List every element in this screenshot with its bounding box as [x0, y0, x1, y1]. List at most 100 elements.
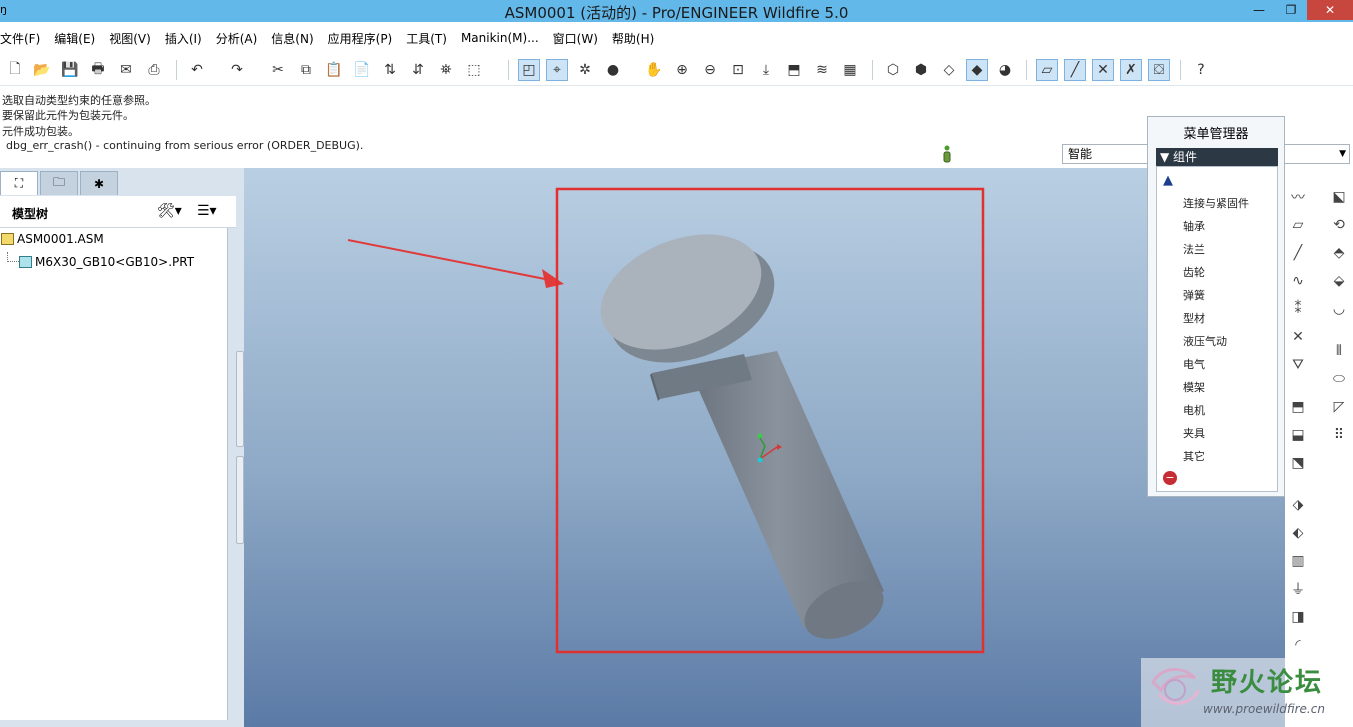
- assembly-triangle-icon[interactable]: ▲: [1163, 173, 1173, 188]
- datum-plane-icon[interactable]: ▱: [1287, 214, 1309, 236]
- pattern-icon[interactable]: ⠿: [1328, 424, 1350, 446]
- restructure-icon[interactable]: ▥: [1287, 550, 1309, 572]
- datum-axis-icon[interactable]: ╱: [1287, 242, 1309, 264]
- menu-applications[interactable]: 应用程序(P): [328, 30, 393, 47]
- menu-tools[interactable]: 工具(T): [406, 30, 447, 47]
- menu-item-motor[interactable]: 电机: [1183, 402, 1205, 418]
- save-icon[interactable]: 💾: [59, 59, 81, 81]
- place-component-icon[interactable]: ⬒: [1287, 396, 1309, 418]
- zoom-out-icon[interactable]: ⊖: [699, 59, 721, 81]
- menu-analysis[interactable]: 分析(A): [216, 30, 258, 47]
- menu-manager-header[interactable]: ▼ 组件: [1156, 148, 1278, 166]
- menu-item-profile[interactable]: 型材: [1183, 310, 1205, 326]
- context-help-icon[interactable]: ?: [1190, 59, 1212, 81]
- datum-curve-icon[interactable]: 〰: [1287, 186, 1309, 208]
- analysis-feature-icon[interactable]: ⛛: [1287, 354, 1309, 376]
- menu-view[interactable]: 视图(V): [109, 30, 151, 47]
- enhanced-realism-icon[interactable]: ◕: [994, 59, 1016, 81]
- menu-item-bearing[interactable]: 轴承: [1183, 218, 1205, 234]
- view-manager-icon[interactable]: ▦: [839, 59, 861, 81]
- panel-splitter-handle[interactable]: [236, 456, 244, 544]
- tab-favorites[interactable]: ✱: [80, 171, 118, 195]
- cut-component-icon[interactable]: ⏚: [1287, 578, 1309, 600]
- stop-icon[interactable]: −: [1163, 471, 1177, 485]
- menu-item-other[interactable]: 其它: [1183, 448, 1205, 464]
- boundary-blend-icon[interactable]: ◡: [1328, 298, 1350, 320]
- menu-item-flange[interactable]: 法兰: [1183, 241, 1205, 257]
- cut-icon[interactable]: ✂: [267, 59, 289, 81]
- menu-item-hydraulic[interactable]: 液压气动: [1183, 333, 1227, 349]
- reorient-icon[interactable]: ⤓: [755, 59, 777, 81]
- menu-item-connectors[interactable]: 连接与紧固件: [1183, 195, 1249, 211]
- coordinate-system-icon[interactable]: ✕: [1287, 326, 1309, 348]
- saved-views-icon[interactable]: ⬒: [783, 59, 805, 81]
- regenerate-icon[interactable]: ⇅: [379, 59, 401, 81]
- regen-manager-icon[interactable]: ⇵: [407, 59, 429, 81]
- extrude-icon[interactable]: ⬕: [1328, 186, 1350, 208]
- wireframe-icon[interactable]: ⬡: [882, 59, 904, 81]
- tree-settings-icon[interactable]: 🛠▾: [157, 203, 182, 219]
- mail-attach-icon[interactable]: ⎙: [143, 59, 165, 81]
- menu-insert[interactable]: 插入(I): [165, 30, 202, 47]
- package-component-icon[interactable]: ⬔: [1287, 452, 1309, 474]
- zoom-in-icon[interactable]: ⊕: [671, 59, 693, 81]
- revolve-icon[interactable]: ⟲: [1328, 214, 1350, 236]
- pan-hand-icon[interactable]: ✋: [643, 59, 665, 81]
- sweep-icon[interactable]: ⬘: [1328, 242, 1350, 264]
- round-icon[interactable]: ◜: [1287, 634, 1309, 656]
- refit-icon[interactable]: ⊡: [727, 59, 749, 81]
- mirror-icon[interactable]: ⫴: [1328, 340, 1350, 362]
- send-mail-icon[interactable]: ✉: [115, 59, 137, 81]
- tab-model-tree[interactable]: ⛶: [0, 171, 38, 195]
- datum-display-icon[interactable]: ⌖: [546, 59, 568, 81]
- repeat-icon[interactable]: ⬖: [1287, 522, 1309, 544]
- paste-special-icon[interactable]: 📄: [351, 59, 373, 81]
- tree-item-assembly[interactable]: ASM0001.ASM: [1, 232, 104, 246]
- panel-splitter-handle[interactable]: [236, 351, 244, 447]
- hidden-line-icon[interactable]: ⬢: [910, 59, 932, 81]
- assemble-icon[interactable]: ⬗: [1287, 494, 1309, 516]
- tree-item-part[interactable]: M6X30_GB10<GB10>.PRT: [7, 252, 194, 269]
- close-button[interactable]: ✕: [1307, 0, 1353, 20]
- no-hidden-icon[interactable]: ◇: [938, 59, 960, 81]
- graphics-window[interactable]: [244, 168, 1285, 727]
- menu-item-spring[interactable]: 弹簧: [1183, 287, 1205, 303]
- tree-columns-icon[interactable]: ☰▾: [197, 203, 217, 219]
- annotation-display-icon[interactable]: ⛋: [1148, 59, 1170, 81]
- maximize-button[interactable]: ❐: [1275, 0, 1307, 20]
- menu-item-fixture[interactable]: 夹具: [1183, 425, 1205, 441]
- merge-icon[interactable]: ⬭: [1328, 368, 1350, 390]
- menu-help[interactable]: 帮助(H): [612, 30, 654, 47]
- find-icon[interactable]: ⛯: [435, 59, 457, 81]
- menu-edit[interactable]: 编辑(E): [54, 30, 95, 47]
- coordinate-system-display-icon[interactable]: ✗: [1120, 59, 1142, 81]
- redo-icon[interactable]: ↷: [226, 59, 248, 81]
- menu-item-mold-base[interactable]: 模架: [1183, 379, 1205, 395]
- print-icon[interactable]: 🖶: [87, 59, 109, 81]
- sketch-curve-icon[interactable]: ∿: [1287, 270, 1309, 292]
- tab-folder-browser[interactable]: 🗀: [40, 171, 78, 195]
- datum-point-display-icon[interactable]: ✕: [1092, 59, 1114, 81]
- datum-axis-display-icon[interactable]: ╱: [1064, 59, 1086, 81]
- menu-window[interactable]: 窗口(W): [553, 30, 598, 47]
- menu-manikin[interactable]: Manikin(M)...: [461, 31, 539, 45]
- datum-plane-display-icon[interactable]: ▱: [1036, 59, 1058, 81]
- new-file-icon[interactable]: 🗋: [4, 59, 26, 81]
- datum-point-icon[interactable]: ⁑: [1287, 298, 1309, 320]
- shading-sphere-icon[interactable]: ●: [602, 59, 624, 81]
- create-component-icon[interactable]: ⬓: [1287, 424, 1309, 446]
- undo-icon[interactable]: ↶: [186, 59, 208, 81]
- menu-item-gear[interactable]: 齿轮: [1183, 264, 1205, 280]
- layers-icon[interactable]: ≋: [811, 59, 833, 81]
- menu-item-electrical[interactable]: 电气: [1183, 356, 1205, 372]
- trim-icon[interactable]: ◸: [1328, 396, 1350, 418]
- minimize-button[interactable]: —: [1243, 0, 1275, 20]
- sketch-view-icon[interactable]: ◰: [518, 59, 540, 81]
- spin-center-icon[interactable]: ✲: [574, 59, 596, 81]
- open-folder-icon[interactable]: 📂: [31, 59, 53, 81]
- shading-icon[interactable]: ◆: [966, 59, 988, 81]
- menu-info[interactable]: 信息(N): [271, 30, 313, 47]
- copy-icon[interactable]: ⧉: [295, 59, 317, 81]
- select-box-icon[interactable]: ⬚: [463, 59, 485, 81]
- menu-file[interactable]: 文件(F): [0, 30, 40, 47]
